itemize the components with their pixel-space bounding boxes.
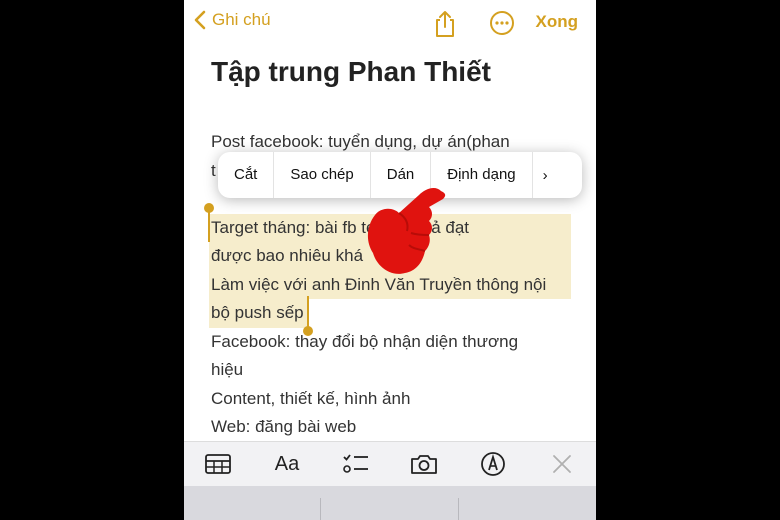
note-line: Facebook: thay đổi bộ nhận diện thương <box>211 331 519 351</box>
table-icon[interactable] <box>203 449 233 479</box>
ellipsis-circle-icon[interactable] <box>489 10 515 36</box>
phone-screen: Ghi chú Xong Tập trung Phan Thiết Post f… <box>184 0 596 520</box>
chevron-left-icon <box>194 10 206 30</box>
format-icon[interactable]: Aa <box>272 449 302 479</box>
cut-menu-item[interactable]: Cắt <box>218 152 275 198</box>
share-icon[interactable] <box>432 10 458 37</box>
keyboard-divider <box>458 498 459 520</box>
bottom-toolbar: Aa <box>184 441 596 486</box>
more-menu-button[interactable]: › <box>533 167 558 184</box>
note-line-selected: bộ push sếp <box>209 299 309 328</box>
note-line: Web: đăng bài web <box>211 417 357 436</box>
checklist-icon[interactable] <box>341 449 371 479</box>
selection-start-bar <box>208 210 210 242</box>
close-icon[interactable] <box>547 449 577 479</box>
pointing-finger-icon <box>367 188 446 274</box>
back-label: Ghi chú <box>212 10 271 29</box>
selection-start-handle[interactable] <box>204 203 214 213</box>
keyboard-area <box>184 486 596 520</box>
navbar: Ghi chú Xong <box>184 0 596 46</box>
note-title[interactable]: Tập trung Phan Thiết <box>211 56 491 88</box>
note-line: Content, thiết kế, hình ảnh <box>211 388 411 408</box>
keyboard-divider <box>320 498 321 520</box>
done-button[interactable]: Xong <box>536 12 579 32</box>
selection-end-handle[interactable] <box>303 326 313 336</box>
selection-end-bar <box>307 296 309 328</box>
copy-menu-item[interactable]: Sao chép <box>274 152 371 198</box>
markup-icon[interactable] <box>478 449 508 479</box>
note-line: hiệu <box>211 360 244 379</box>
back-button[interactable]: Ghi chú <box>194 10 271 30</box>
camera-icon[interactable] <box>409 449 439 479</box>
